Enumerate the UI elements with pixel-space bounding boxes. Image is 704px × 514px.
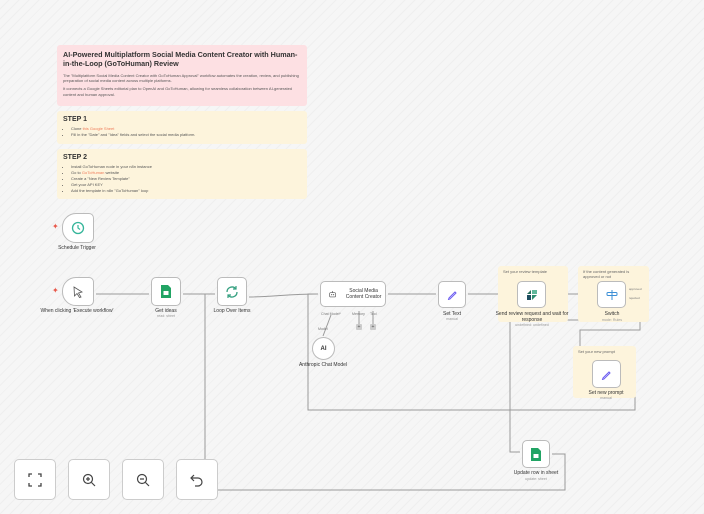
node-manual-trigger[interactable] [62, 277, 94, 306]
node-subtitle: update: sheet [525, 477, 547, 481]
node-set-new-prompt[interactable] [592, 360, 621, 388]
google-sheet-link[interactable]: this Google Sheet [83, 126, 115, 131]
robot-icon [329, 291, 336, 298]
node-subtitle: manual [600, 396, 612, 400]
node-set-text[interactable] [438, 281, 466, 308]
node-label: Update row in sheet [513, 470, 559, 476]
sticky-step2: STEP 2 Install GoToHuman node in your n8… [57, 149, 307, 199]
undo-icon [190, 474, 203, 487]
trigger-marker-icon: ✦ [52, 222, 59, 231]
node-social-media-content-creator[interactable]: Social Media Content Creator [320, 281, 386, 307]
intro-paragraph: It connects a Google Sheets editorial pl… [63, 86, 293, 97]
sticky-step1: STEP 1 Clone this Google Sheet Fill in t… [57, 111, 307, 144]
intro-title: AI-Powered Multiplatform Social Media Co… [63, 50, 298, 68]
node-update-row[interactable] [522, 440, 550, 468]
node-subtitle: manual [446, 317, 458, 321]
node-get-ideas[interactable] [151, 277, 181, 306]
port-label: Model [318, 327, 328, 331]
loop-icon [226, 285, 238, 298]
zoom-out-button[interactable] [122, 459, 164, 500]
node-subtitle: mode: Rules [601, 318, 623, 322]
node-send-review-request[interactable] [517, 281, 546, 308]
output-label: rejected [629, 296, 640, 300]
list-item: Add the template in n8n "GoToHuman" loop [71, 188, 301, 194]
node-label: Loop Over Items [213, 308, 251, 314]
zoom-in-button[interactable] [68, 459, 110, 500]
connection-model-agent [322, 314, 332, 337]
gotohuman-icon [526, 289, 537, 300]
node-label: Social Media Content Creator [345, 288, 382, 300]
node-schedule-trigger[interactable] [62, 213, 94, 243]
cursor-icon [73, 285, 83, 298]
trigger-marker-icon: ✦ [52, 286, 59, 295]
output-label: approved [629, 287, 642, 291]
google-sheets-icon [531, 447, 541, 461]
node-label: Schedule Trigger [58, 245, 96, 251]
node-subtitle: read: sheet [157, 314, 175, 318]
list-item: Fill in the "Date" and "Idea" fields and… [71, 132, 301, 138]
google-sheets-icon [161, 285, 171, 298]
step2-title: STEP 2 [63, 154, 87, 161]
add-tool-button[interactable]: + [370, 324, 376, 330]
sticky-intro: AI-Powered Multiplatform Social Media Co… [57, 45, 307, 106]
node-switch[interactable] [597, 281, 626, 308]
port-label: Tool [370, 312, 377, 316]
node-label: Anthropic Chat Model [298, 362, 348, 368]
clock-icon [71, 221, 85, 235]
add-memory-button[interactable]: + [356, 324, 362, 330]
fit-view-button[interactable] [14, 459, 56, 500]
node-label: Switch [604, 311, 620, 317]
node-anthropic-chat-model[interactable]: AI [312, 337, 335, 360]
zoom-out-icon [136, 473, 150, 486]
undo-button[interactable] [176, 459, 218, 500]
node-loop-over-items[interactable] [217, 277, 247, 306]
pencil-icon [601, 370, 611, 380]
switch-icon [606, 289, 617, 300]
intro-paragraph: The "Multiplatform Social Media Content … [63, 73, 299, 84]
node-label: When clicking 'Execute workflow' [40, 308, 114, 314]
gotohuman-link[interactable]: GoToHuman [82, 170, 104, 175]
zoom-in-icon [82, 473, 96, 486]
anthropic-icon: AI [320, 345, 327, 352]
step1-title: STEP 1 [63, 116, 87, 123]
fit-view-icon [28, 472, 42, 487]
port-label: Memory [352, 312, 365, 316]
port-label: Chat Model* [321, 312, 341, 316]
pencil-icon [447, 291, 457, 300]
node-label: Send review request and wait for respons… [495, 311, 569, 323]
node-subtitle: undefined: undefined [515, 323, 549, 327]
